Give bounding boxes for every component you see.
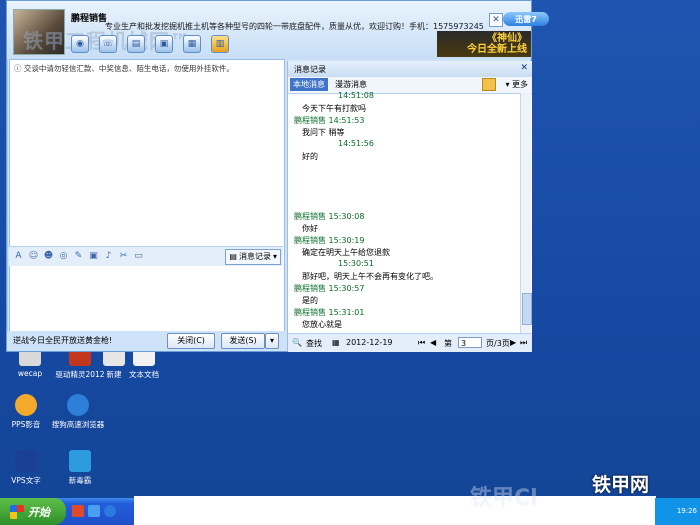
history-sender-line: 鹏程销售 14:51:53 xyxy=(294,115,364,126)
screen-share-icon[interactable]: ▦ xyxy=(183,35,201,53)
quicklaunch-icon-1[interactable] xyxy=(72,505,84,517)
more-button[interactable]: ▾ 更多 xyxy=(505,79,528,90)
font-icon[interactable]: A xyxy=(13,251,24,262)
history-sender-line: 鹏程销售 15:30:57 xyxy=(294,283,364,294)
send-options-icon[interactable]: ▾ xyxy=(265,333,279,349)
message-time: 15:30:19 xyxy=(328,236,365,245)
history-time-line: 15:30:51 xyxy=(338,259,374,268)
close-icon[interactable]: ✕ xyxy=(489,13,503,27)
quicklaunch-icon-3[interactable] xyxy=(104,505,116,517)
history-message-text: 我问下 稍等 xyxy=(302,128,345,137)
doodle-icon[interactable]: ✎ xyxy=(73,251,84,262)
history-message-text: 今天下午有打款吗 xyxy=(302,104,366,113)
clock[interactable]: 19:26 xyxy=(677,507,697,515)
history-message-text: 你好 xyxy=(302,224,318,233)
tab-roaming-messages[interactable]: 漫游消息 xyxy=(332,78,370,91)
message-history-button[interactable]: ▤ 消息记录 ▾ xyxy=(225,248,281,265)
windows-flag-icon xyxy=(10,504,24,519)
faded-watermark: 铁甲Cl xyxy=(470,486,538,511)
sender-name: 鹏程销售 xyxy=(294,236,326,245)
history-message-text: 那好吧，明天上午不会再有变化了吧。 xyxy=(302,272,438,281)
chat-footer: 逆战今日全民开放送黄金枪! 关闭(C) 发送(S) ▾ xyxy=(7,331,287,351)
chat-message-area[interactable]: ⓘ 交谈中请勿轻信汇款、中奖信息、陌生电话，勿使用外挂软件。 xyxy=(9,59,285,333)
contact-name: 鹏程销售 xyxy=(71,14,108,24)
history-time-line: 14:51:08 xyxy=(338,91,374,100)
history-panel: 消息记录 ✕ 本地消息 漫游消息 ▾ 更多 14:51:08 今天下午有打款吗鹏程… xyxy=(287,61,532,352)
quicklaunch-icon-2[interactable] xyxy=(88,505,100,517)
apps-icon[interactable]: ▥ xyxy=(211,35,229,53)
page-total: 页/3页 xyxy=(486,339,510,348)
history-manager-icon[interactable] xyxy=(482,78,496,91)
prev-page-icon[interactable]: ◀ xyxy=(430,338,436,347)
close-button[interactable]: 关闭(C) xyxy=(167,333,215,349)
screenshot-icon[interactable]: ✂ xyxy=(118,251,129,262)
voice-call-icon[interactable]: ☏ xyxy=(99,35,117,53)
tab-local-messages[interactable]: 本地消息 xyxy=(290,78,328,91)
history-title: 消息记录 xyxy=(294,65,326,74)
history-date[interactable]: 2012-12-19 xyxy=(346,338,393,347)
history-message-list: 14:51:08 今天下午有打款吗鹏程销售 14:51:53 我问下 稍等 14:51… xyxy=(292,91,520,329)
page-input[interactable]: 3 xyxy=(458,337,482,348)
history-header: 消息记录 ✕ xyxy=(288,61,532,77)
calendar-icon[interactable]: ▦ xyxy=(332,338,340,347)
message-time: 15:31:01 xyxy=(328,308,365,317)
emoji-icon[interactable]: ☺ xyxy=(28,251,39,262)
music-icon[interactable]: ♪ xyxy=(103,251,114,262)
message-time: 15:30:57 xyxy=(328,284,365,293)
sender-name: 鹏程销售 xyxy=(294,284,326,293)
history-close-icon[interactable]: ✕ xyxy=(520,63,528,73)
history-footer: 🔍 查找 ▦ 2012-12-19 ⏮ ◀ 第 3 页/3页 ▶ ⏭ xyxy=(288,333,532,352)
xunlei-button[interactable]: 迅雷7 xyxy=(503,12,549,26)
search-button[interactable]: 查找 xyxy=(306,338,322,349)
history-sender-line: 鹏程销售 15:31:01 xyxy=(294,307,364,318)
game-ad-banner[interactable]: 《神仙》 今日全新上线 xyxy=(437,31,531,57)
search-icon[interactable]: 🔍 xyxy=(292,338,302,347)
image-icon[interactable]: ▣ xyxy=(88,251,99,262)
page-label: 第 xyxy=(444,339,452,348)
duba-icon xyxy=(69,450,91,472)
history-scrollbar[interactable] xyxy=(520,93,532,333)
system-tray: 19:26 xyxy=(655,498,700,525)
history-icon: ▤ xyxy=(229,252,237,261)
sticker-icon[interactable]: ☻ xyxy=(43,251,54,262)
pps-icon xyxy=(15,394,37,416)
scrollbar-thumb[interactable] xyxy=(522,293,532,325)
sender-name: 鹏程销售 xyxy=(294,212,326,221)
send-button[interactable]: 发送(S) xyxy=(221,333,265,349)
remote-assist-icon[interactable]: ▣ xyxy=(155,35,173,53)
safety-notice: ⓘ 交谈中请勿轻信汇款、中奖信息、陌生电话，勿使用外挂软件。 xyxy=(14,64,234,73)
history-message-text: 您放心就是 xyxy=(302,320,342,329)
message-time: 14:51:53 xyxy=(328,116,365,125)
brand-logo: 铁甲网 xyxy=(592,474,650,496)
history-time-line: 14:51:56 xyxy=(338,139,374,148)
file-transfer-icon[interactable]: ▤ xyxy=(127,35,145,53)
chat-header: 铁甲工程机械网™ 鹏程销售 专业生产和批发挖掘机推土机等各种型号的四轮一带底盘配… xyxy=(7,1,549,59)
shake-icon[interactable]: ◎ xyxy=(58,251,69,262)
sogou-browser-icon xyxy=(67,394,89,416)
video-call-icon[interactable]: ◉ xyxy=(71,35,89,53)
chat-toolbar: ◉ ☏ ▤ ▣ ▦ ▥ xyxy=(71,35,229,53)
sender-name: 鹏程销售 xyxy=(294,116,326,125)
history-sender-line: 鹏程销售 15:30:08 xyxy=(294,211,364,222)
taskbar-occluded-area xyxy=(134,496,656,525)
history-sender-line: 鹏程销售 15:30:19 xyxy=(294,235,364,246)
message-time: 15:30:08 xyxy=(328,212,365,221)
more-tools-icon[interactable]: ▭ xyxy=(133,251,144,262)
start-button[interactable]: 开始 xyxy=(0,498,66,525)
first-page-icon[interactable]: ⏮ xyxy=(418,338,425,348)
sender-name: 鹏程销售 xyxy=(294,308,326,317)
input-toolbar: A ☺ ☻ ◎ ✎ ▣ ♪ ✂ ▭ ▤ 消息记录 ▾ xyxy=(9,246,283,266)
history-message-text: 确定在明天上午给您退款 xyxy=(302,248,390,257)
chevron-down-icon: ▾ xyxy=(272,252,277,261)
chat-window: 铁甲工程机械网™ 鹏程销售 专业生产和批发挖掘机推土机等各种型号的四轮一带底盘配… xyxy=(6,0,549,352)
desktop-icon-sogou-browser[interactable]: 搜狗高速浏览器 xyxy=(48,394,108,430)
last-page-icon[interactable]: ⏭ xyxy=(520,338,527,348)
history-message-text: 好的 xyxy=(302,152,318,161)
wps-icon xyxy=(15,450,37,472)
desktop-icon-wps[interactable]: VPS文字 xyxy=(0,450,56,486)
desktop-icon-duba[interactable]: 新毒霸 xyxy=(50,450,110,486)
ad-link[interactable]: 逆战今日全民开放送黄金枪! xyxy=(13,335,112,346)
history-message-text: 是的 xyxy=(302,296,318,305)
next-page-icon[interactable]: ▶ xyxy=(510,338,516,347)
